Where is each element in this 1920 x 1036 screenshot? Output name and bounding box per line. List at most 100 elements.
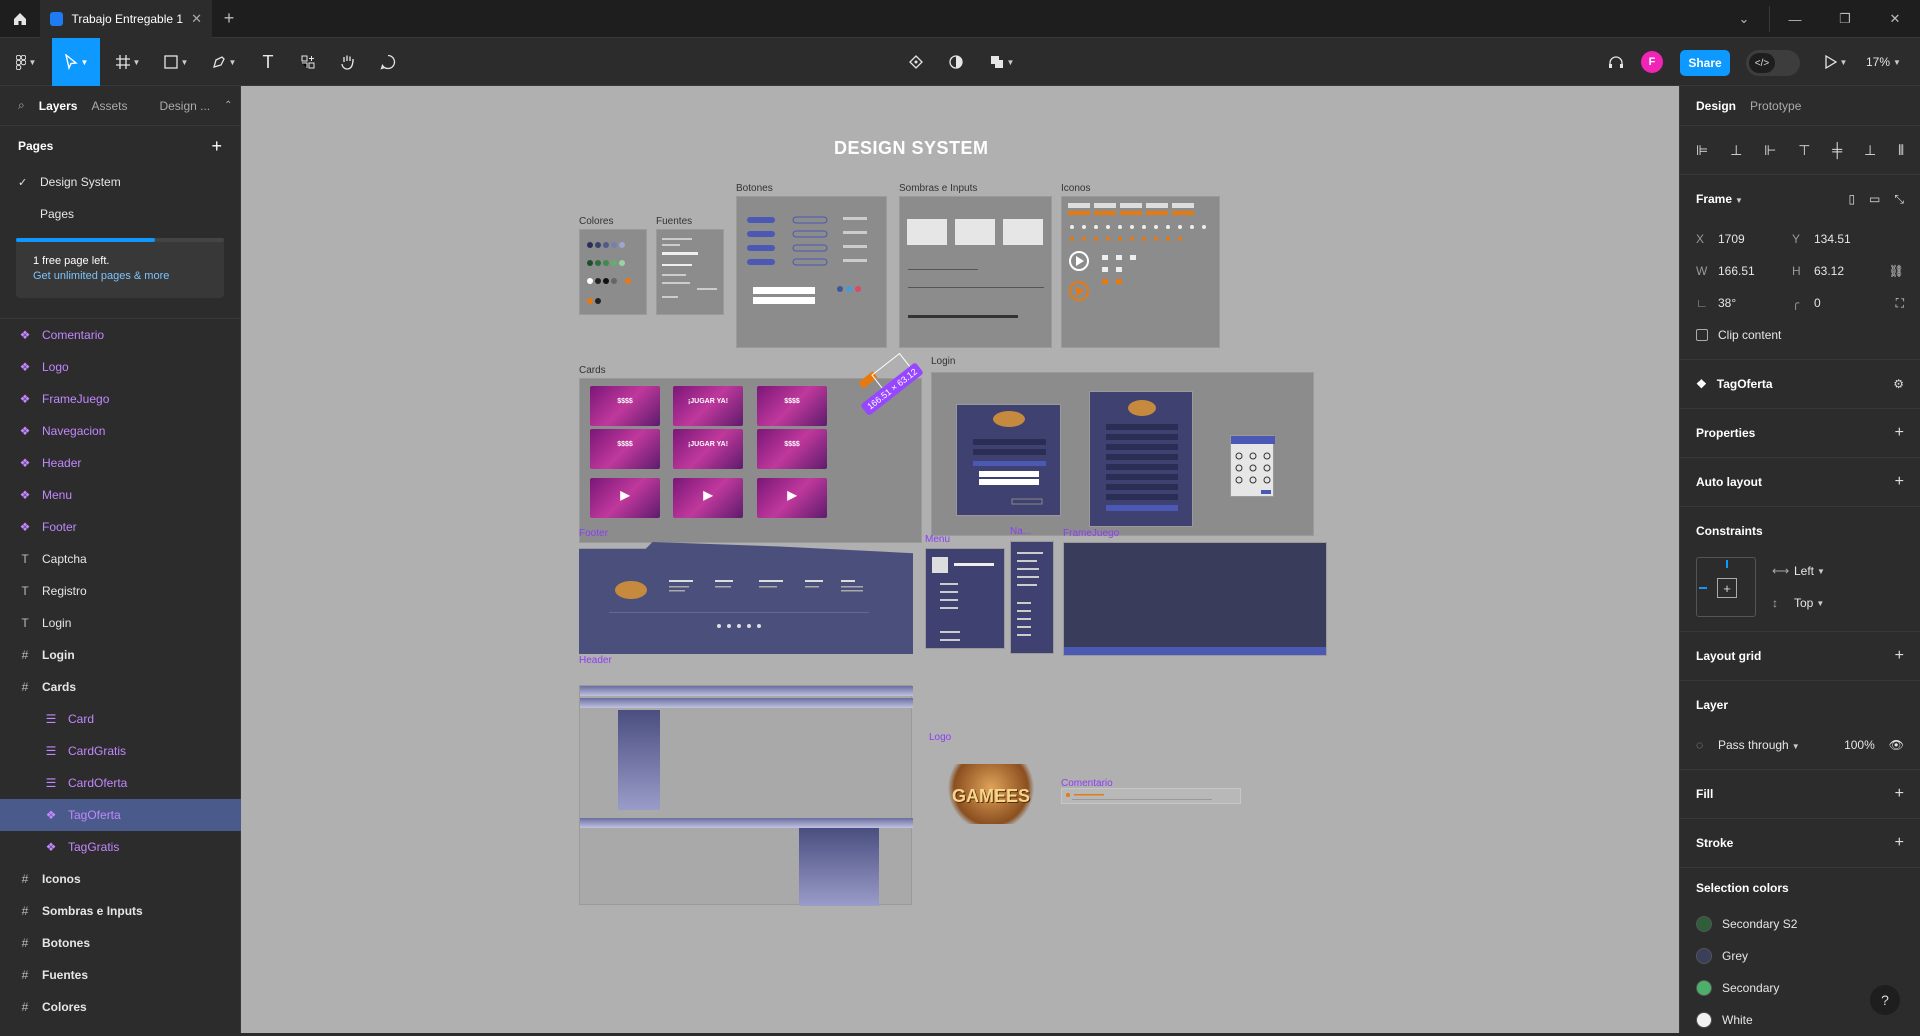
frame-menu[interactable] (925, 548, 1005, 649)
constraint-horizontal[interactable]: ⟷ Left ▼ (1772, 555, 1825, 587)
share-button[interactable]: Share (1680, 50, 1730, 76)
frame-label-footer[interactable]: Footer (579, 528, 608, 539)
card[interactable]: $$$$ (590, 386, 660, 426)
text-tool-icon[interactable]: T (252, 38, 284, 86)
layer-item[interactable]: ❖ Header (0, 447, 241, 479)
frame-label-iconos[interactable]: Iconos (1061, 183, 1090, 194)
selection-color-item[interactable]: Secondary S2 (1696, 908, 1904, 940)
shape-tool-button[interactable]: ▼ (156, 38, 196, 86)
add-layout-grid-button[interactable]: + (1895, 647, 1904, 665)
constraint-left-marker[interactable] (1699, 587, 1707, 589)
independent-corners-icon[interactable]: ⛶ (1896, 296, 1904, 311)
page-item-pages[interactable]: Pages (0, 198, 240, 230)
tab-prototype[interactable]: Prototype (1750, 99, 1801, 113)
new-tab-button[interactable]: + (212, 8, 246, 29)
layer-item[interactable]: ❖ TagGratis (0, 831, 241, 863)
align-middle-v-icon[interactable]: ╪ (1832, 142, 1842, 158)
layer-item[interactable]: T Registro (0, 575, 241, 607)
frame-tool-button[interactable]: ▼ (108, 38, 148, 86)
boolean-button[interactable]: ▼ (982, 38, 1022, 86)
constraint-vertical[interactable]: ↕ Top ▼ (1772, 587, 1825, 619)
login-form[interactable] (956, 404, 1061, 516)
card[interactable]: $$$$ (757, 386, 827, 426)
frame-iconos[interactable] (1061, 196, 1220, 348)
gamees-logo[interactable]: GAMEES (941, 764, 1041, 824)
comment-tool-button[interactable] (372, 38, 404, 86)
upgrade-link[interactable]: Get unlimited pages & more (33, 269, 207, 284)
add-page-button[interactable]: + (211, 136, 222, 157)
layer-item[interactable]: ☰ CardOferta (0, 767, 241, 799)
card[interactable]: ▶ (673, 478, 743, 518)
frame-navegacion[interactable] (1010, 541, 1054, 654)
move-tool-button[interactable]: ▼ (52, 38, 100, 86)
layer-item[interactable]: T Login (0, 607, 241, 639)
radius-field[interactable]: ╭ 0 (1792, 296, 1888, 310)
dev-mode-toggle[interactable]: </> (1746, 50, 1800, 76)
present-button[interactable]: ▼ (1816, 38, 1856, 86)
user-avatar[interactable]: F (1641, 51, 1663, 73)
layer-item[interactable]: ☰ CardGratis (0, 735, 241, 767)
frame-label-navegacion[interactable]: Na... (1010, 526, 1031, 537)
layer-item[interactable]: # Iconos (0, 863, 241, 895)
x-field[interactable]: X 1709 (1696, 232, 1792, 246)
frame-header[interactable] (579, 685, 913, 906)
tab-design[interactable]: Design (1696, 99, 1736, 113)
constraint-top-marker[interactable] (1726, 560, 1728, 568)
hand-tool-button[interactable] (332, 38, 364, 86)
constrain-proportions-icon[interactable]: ⛓ (1889, 264, 1904, 278)
align-right-icon[interactable]: ⊩ (1764, 142, 1776, 159)
landscape-icon[interactable]: ▭ (1869, 192, 1880, 207)
h-field[interactable]: H 63.12 (1792, 264, 1888, 278)
rotation-field[interactable]: ∟ 38° (1696, 296, 1792, 310)
align-center-h-icon[interactable]: ⊥ (1730, 142, 1742, 159)
frame-juego[interactable] (1063, 542, 1327, 656)
search-icon[interactable]: ⌕ (18, 98, 25, 113)
layer-item[interactable]: ❖ Footer (0, 511, 241, 543)
layer-item[interactable]: # Sombras e Inputs (0, 895, 241, 927)
add-property-button[interactable]: + (1895, 424, 1904, 442)
captcha-widget[interactable] (1230, 435, 1275, 497)
resources-button[interactable] (292, 38, 324, 86)
add-fill-button[interactable]: + (1895, 785, 1904, 803)
card[interactable]: ▶ (590, 478, 660, 518)
frame-fuentes[interactable] (656, 229, 724, 315)
canvas[interactable]: DESIGN SYSTEM Colores Fuentes Botones So… (241, 86, 1679, 1033)
minimize-icon[interactable]: — (1770, 0, 1820, 38)
mask-button[interactable] (940, 38, 972, 86)
component-settings-icon[interactable]: ⚙ (1893, 377, 1904, 391)
registro-form[interactable] (1089, 391, 1193, 527)
fit-icon[interactable]: ⤡ (1894, 192, 1904, 207)
frame-label-logo[interactable]: Logo (929, 732, 951, 743)
home-button[interactable] (0, 0, 40, 38)
constraints-widget[interactable]: + (1696, 557, 1756, 617)
frame-dropdown[interactable]: Frame ▼ (1696, 192, 1743, 206)
help-button[interactable]: ? (1870, 985, 1900, 1015)
component-tool-button[interactable] (900, 38, 932, 86)
frame-botones[interactable] (736, 196, 887, 348)
add-auto-layout-button[interactable]: + (1895, 473, 1904, 491)
layer-item[interactable]: # Colores (0, 991, 241, 1023)
frame-label-header[interactable]: Header (579, 655, 612, 666)
close-window-icon[interactable]: ✕ (1870, 0, 1920, 38)
blend-mode-dropdown[interactable]: Pass through ▼ (1718, 738, 1800, 752)
align-bottom-icon[interactable]: ⊥ (1864, 142, 1876, 159)
frame-footer[interactable] (579, 542, 913, 654)
y-field[interactable]: Y 134.51 (1792, 232, 1888, 246)
chevron-up-icon[interactable]: ⌃ (224, 100, 232, 111)
distribute-icon[interactable]: ⫴ (1898, 142, 1904, 159)
frame-label-colores[interactable]: Colores (579, 216, 613, 227)
color-swatch[interactable] (1696, 1012, 1712, 1028)
layer-item[interactable]: ❖ Menu (0, 479, 241, 511)
chevron-down-icon[interactable]: ⌄ (1719, 0, 1769, 38)
color-swatch[interactable] (1696, 980, 1712, 996)
portrait-icon[interactable]: ▯ (1848, 192, 1855, 207)
w-field[interactable]: W 166.51 (1696, 264, 1792, 278)
frame-label-menu[interactable]: Menu (925, 534, 950, 545)
color-swatch[interactable] (1696, 916, 1712, 932)
color-swatch[interactable] (1696, 948, 1712, 964)
frame-label-login[interactable]: Login (931, 356, 955, 367)
layer-item[interactable]: T Captcha (0, 543, 241, 575)
card[interactable]: $$$$ (590, 429, 660, 469)
frame-colores[interactable] (579, 229, 647, 315)
tab-layers[interactable]: Layers (39, 99, 78, 113)
